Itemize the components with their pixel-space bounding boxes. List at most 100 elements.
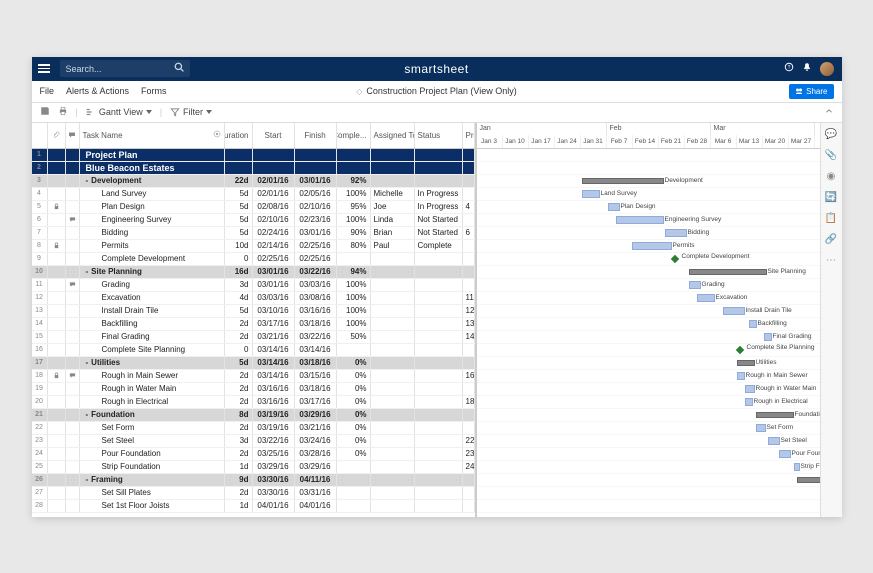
filter-button[interactable]: Filter [170,107,212,117]
table-row[interactable]: 1Project Plan [32,149,475,162]
cell-duration[interactable]: 5d [225,214,253,226]
cell-duration[interactable]: 0 [225,344,253,356]
gantt-bar[interactable]: Install Drain Tile [723,307,745,315]
cell-assigned[interactable] [371,279,415,291]
cell-complete[interactable] [337,149,371,161]
cell-complete[interactable] [337,344,371,356]
cell-pred[interactable]: 11 [463,292,475,304]
table-row[interactable]: 5Plan Design5d02/08/1602/10/1695%JoeIn P… [32,201,475,214]
expand-icon[interactable] [824,106,834,118]
cell-finish[interactable]: 03/03/16 [295,279,337,291]
cell-finish[interactable]: 02/05/16 [295,188,337,200]
cell-assigned[interactable] [371,487,415,499]
cell-start[interactable]: 02/25/16 [253,253,295,265]
save-icon[interactable] [40,106,50,118]
cell-start[interactable]: 02/24/16 [253,227,295,239]
search-box[interactable] [60,60,190,77]
search-input[interactable] [66,64,166,74]
cell-start[interactable]: 03/14/16 [253,357,295,369]
cell-assigned[interactable] [371,370,415,382]
cell-status[interactable] [415,318,463,330]
cell-status[interactable] [415,500,463,512]
cell-duration[interactable]: 2d [225,396,253,408]
milestone-icon[interactable] [735,345,743,353]
cell-finish[interactable]: 03/14/16 [295,344,337,356]
cell-duration[interactable]: 9d [225,474,253,486]
cell-complete[interactable]: 0% [337,370,371,382]
gantt-bar[interactable]: Permits [632,242,672,250]
table-row[interactable]: 17Utilities5d03/14/1603/18/160% [32,357,475,370]
cell-duration[interactable] [225,162,253,174]
cell-taskname[interactable]: Rough in Water Main [80,383,225,395]
cell-taskname[interactable]: Development [80,175,225,187]
cell-assigned[interactable] [371,435,415,447]
cell-start[interactable]: 02/01/16 [253,175,295,187]
cell-complete[interactable]: 100% [337,292,371,304]
table-row[interactable]: 26Framing9d03/30/1604/11/16 [32,474,475,487]
cell-taskname[interactable]: Permits [80,240,225,252]
cell-status[interactable] [415,461,463,473]
cell-finish[interactable]: 03/15/16 [295,370,337,382]
cell-start[interactable]: 03/01/16 [253,266,295,278]
cell-finish[interactable]: 03/29/16 [295,461,337,473]
cell-complete[interactable] [337,500,371,512]
cell-pred[interactable]: 22 [463,435,475,447]
gantt-bar[interactable]: Plan Design [608,203,620,211]
cell-assigned[interactable] [371,318,415,330]
table-row[interactable]: 20Rough in Electrical2d03/16/1603/17/160… [32,396,475,409]
bell-icon[interactable] [802,62,812,75]
table-row[interactable]: 28Set 1st Floor Joists1d04/01/1604/01/16 [32,500,475,513]
print-icon[interactable] [58,106,68,118]
cell-status[interactable] [415,396,463,408]
gantt-bar[interactable]: Excavation [697,294,715,302]
cell-complete[interactable]: 50% [337,331,371,343]
cell-status[interactable] [415,331,463,343]
table-row[interactable]: 4Land Survey5d02/01/1602/05/16100%Michel… [32,188,475,201]
cell-status[interactable] [415,175,463,187]
cell-complete[interactable]: 100% [337,318,371,330]
cell-complete[interactable] [337,461,371,473]
cell-taskname[interactable]: Set 1st Floor Joists [80,500,225,512]
cell-complete[interactable]: 100% [337,279,371,291]
gantt-bar[interactable] [797,477,820,483]
cell-pred[interactable] [463,240,475,252]
gantt-bar[interactable]: Engineering Survey [616,216,664,224]
comment-column-icon[interactable] [66,123,80,148]
cell-start[interactable]: 03/17/16 [253,318,295,330]
cell-start[interactable]: 03/19/16 [253,422,295,434]
cell-finish[interactable] [295,162,337,174]
table-row[interactable]: 11Grading3d03/01/1603/03/16100% [32,279,475,292]
gantt-bar[interactable]: Pour Foundation [779,450,791,458]
column-menu-icon[interactable] [213,130,221,140]
cell-finish[interactable]: 02/10/16 [295,201,337,213]
cell-pred[interactable]: 4 [463,201,475,213]
cell-taskname[interactable]: Install Drain Tile [80,305,225,317]
table-row[interactable]: 14Backfilling2d03/17/1603/18/16100%13 [32,318,475,331]
cell-start[interactable] [253,149,295,161]
search-icon[interactable] [174,62,184,75]
cell-pred[interactable] [463,214,475,226]
cell-start[interactable]: 03/22/16 [253,435,295,447]
menu-forms[interactable]: Forms [141,86,167,96]
cell-start[interactable]: 03/25/16 [253,448,295,460]
cell-assigned[interactable] [371,175,415,187]
cell-assigned[interactable] [371,253,415,265]
cell-taskname[interactable]: Engineering Survey [80,214,225,226]
cell-assigned[interactable] [371,461,415,473]
cell-finish[interactable]: 03/28/16 [295,448,337,460]
cell-pred[interactable]: 13 [463,318,475,330]
cell-finish[interactable]: 02/25/16 [295,253,337,265]
col-taskname[interactable]: Task Name [83,131,123,140]
cell-duration[interactable]: 8d [225,409,253,421]
col-assigned[interactable]: Assigned To [374,131,415,140]
cell-start[interactable]: 02/10/16 [253,214,295,226]
cell-taskname[interactable]: Site Planning [80,266,225,278]
table-row[interactable]: 10Site Planning16d03/01/1603/22/1694% [32,266,475,279]
cell-finish[interactable]: 04/11/16 [295,474,337,486]
cell-duration[interactable]: 3d [225,279,253,291]
cell-pred[interactable] [463,383,475,395]
cell-assigned[interactable] [371,422,415,434]
cell-start[interactable]: 03/01/16 [253,279,295,291]
cell-complete[interactable]: 0% [337,409,371,421]
cell-start[interactable]: 02/14/16 [253,240,295,252]
